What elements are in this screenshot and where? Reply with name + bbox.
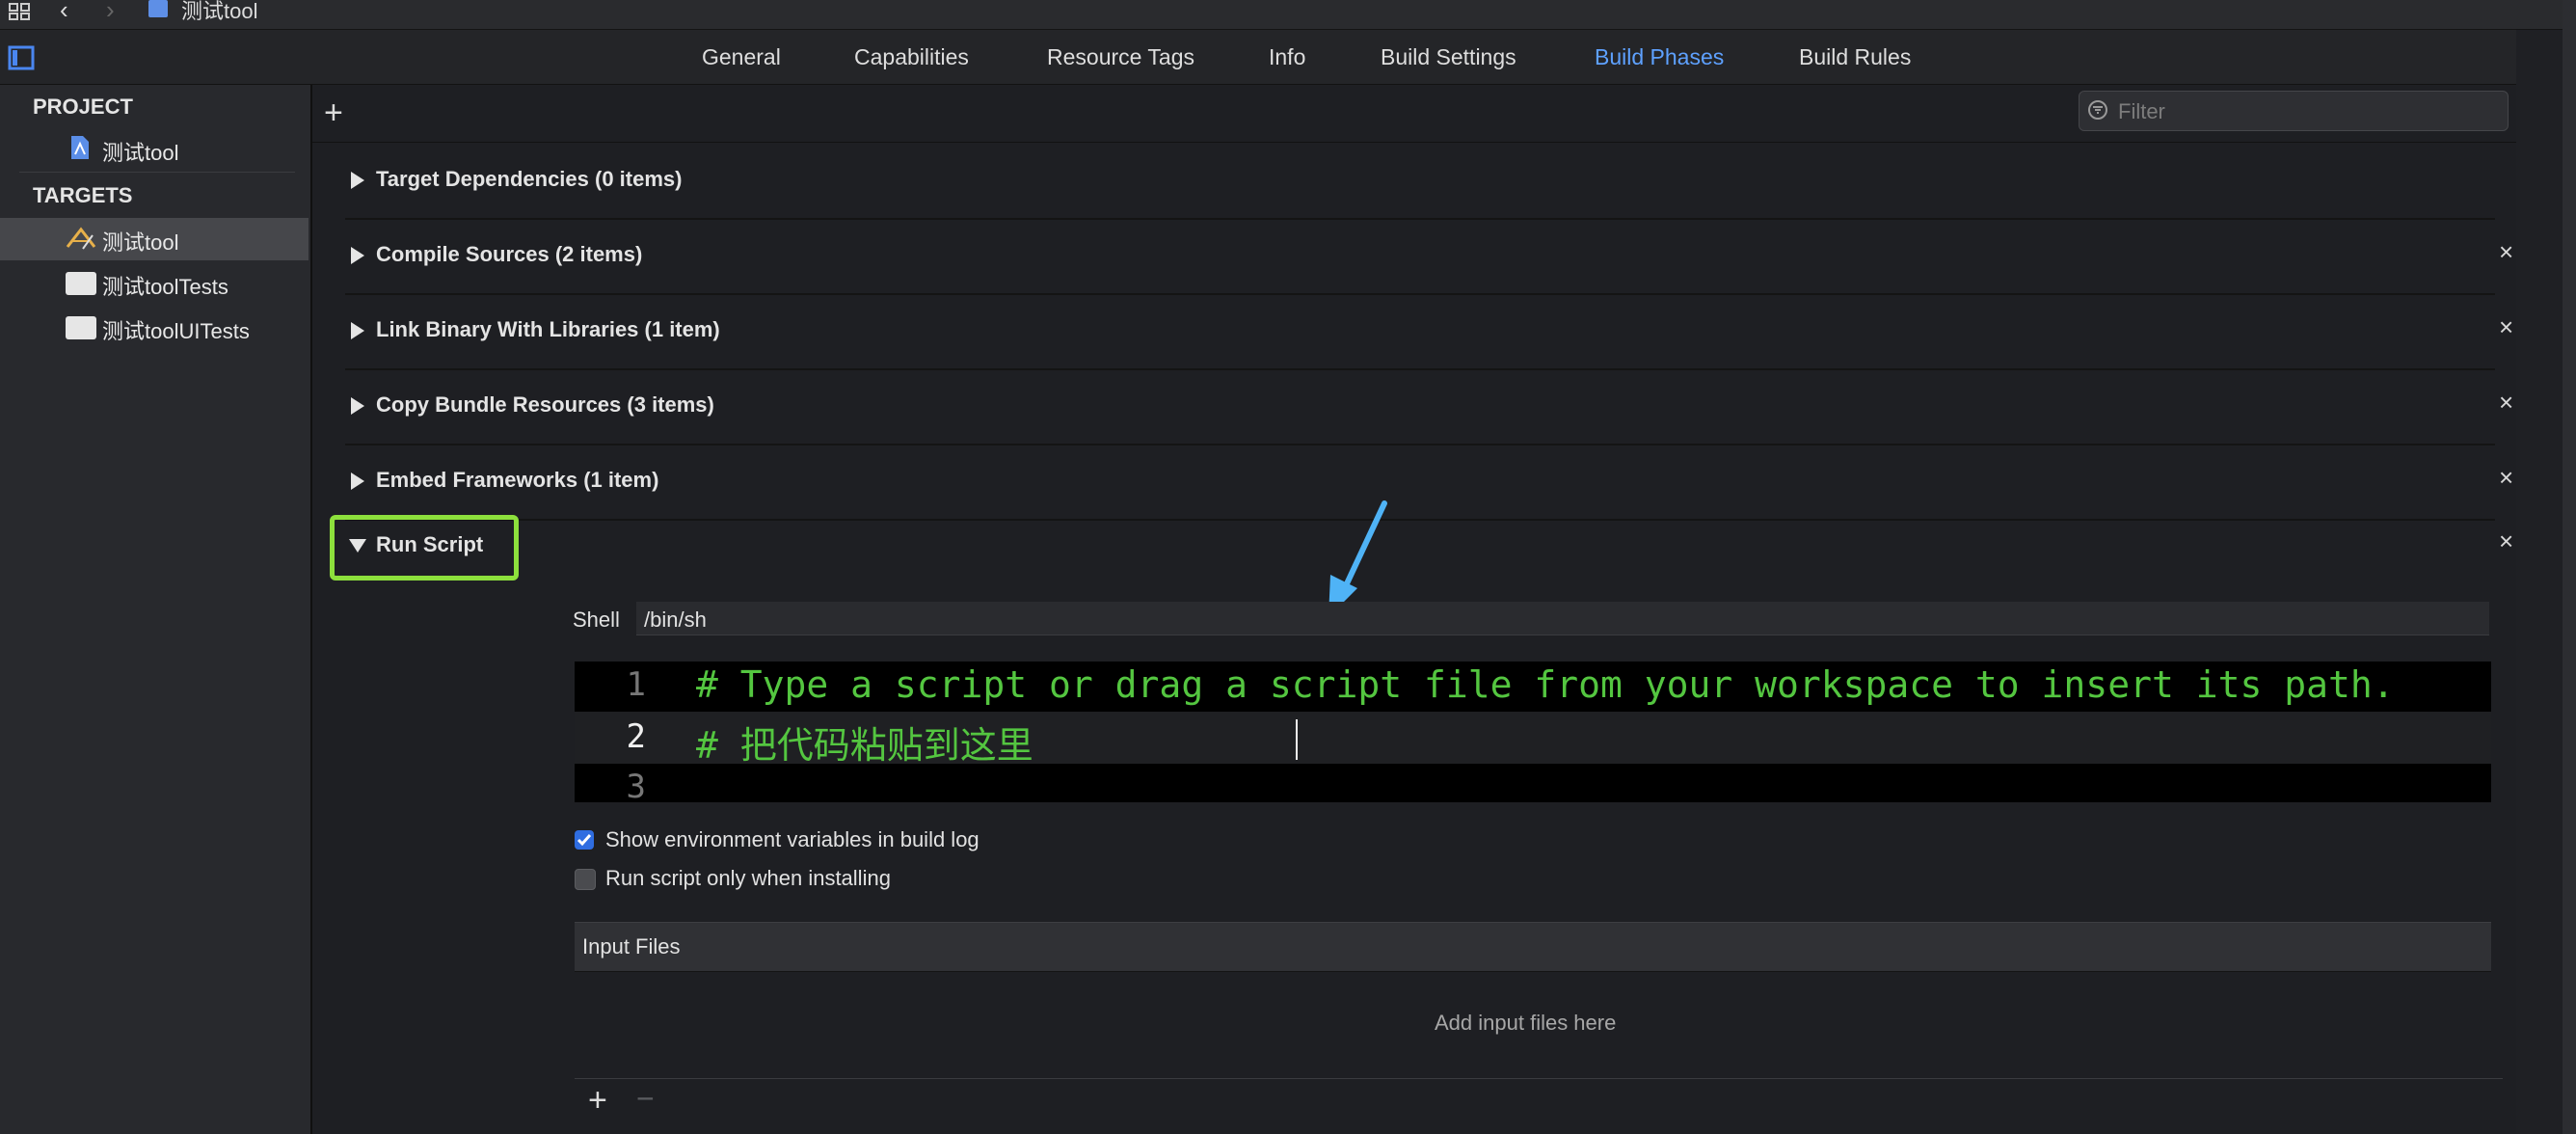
file-icon xyxy=(148,0,168,17)
filter-field[interactable]: Filter xyxy=(2079,91,2509,131)
phase-row-copy-bundle-resources[interactable]: Copy Bundle Resources (3 items) × xyxy=(345,370,2513,446)
phase-label: Run Script xyxy=(376,532,484,556)
project-file-icon xyxy=(69,135,91,160)
disclosure-triangle-down-icon[interactable] xyxy=(349,539,366,553)
shell-input[interactable]: /bin/sh xyxy=(636,602,2489,635)
checkbox-unchecked-icon[interactable] xyxy=(575,869,596,890)
sidebar-item-project[interactable]: 测试tool xyxy=(102,136,178,167)
back-arrow-icon[interactable]: ‹ xyxy=(60,0,68,22)
text-cursor xyxy=(1296,719,1298,760)
delete-phase-close-icon[interactable]: × xyxy=(2499,237,2513,267)
delete-phase-close-icon[interactable]: × xyxy=(2499,312,2513,342)
tab-build-settings[interactable]: Build Settings xyxy=(1381,30,1516,84)
input-files-divider xyxy=(575,1078,2503,1079)
related-items-icon[interactable] xyxy=(8,2,33,21)
sidebar-item-label: 测试tool xyxy=(102,230,179,255)
disclosure-triangle-right-icon[interactable] xyxy=(351,472,364,490)
project-navigator-sidebar: PROJECT 测试tool TARGETS 测试tool 测试toolTest… xyxy=(0,85,312,1134)
phase-row-compile-sources[interactable]: Compile Sources (2 items) × xyxy=(345,220,2513,295)
add-phase-icon[interactable]: + xyxy=(324,96,343,129)
code-text: # 把代码粘贴到这里 xyxy=(696,724,1033,767)
tab-build-rules[interactable]: Build Rules xyxy=(1799,30,1911,84)
checkbox-checked-icon[interactable] xyxy=(575,830,594,850)
sidebar-toggle-icon[interactable] xyxy=(8,45,35,70)
tab-capabilities[interactable]: Capabilities xyxy=(854,30,969,84)
sidebar-item-label: 测试toolTests xyxy=(102,275,228,299)
breadcrumb-title[interactable]: 测试tool xyxy=(181,0,257,25)
tab-resource-tags[interactable]: Resource Tags xyxy=(1047,30,1194,84)
sidebar-item-target-app[interactable]: 测试tool xyxy=(0,218,309,260)
add-input-file-icon[interactable]: + xyxy=(588,1084,607,1117)
sidebar-divider xyxy=(19,172,295,173)
disclosure-triangle-right-icon[interactable] xyxy=(351,247,364,264)
delete-phase-close-icon[interactable]: × xyxy=(2499,388,2513,418)
remove-input-file-icon[interactable]: − xyxy=(636,1082,655,1115)
phase-label: Embed Frameworks (1 item) xyxy=(376,468,659,492)
disclosure-triangle-right-icon[interactable] xyxy=(351,397,364,415)
shell-value: /bin/sh xyxy=(644,608,707,632)
sidebar-item-label: 测试toolUITests xyxy=(102,319,250,343)
filter-icon xyxy=(2087,99,2108,121)
project-header: PROJECT xyxy=(33,94,133,119)
test-bundle-icon xyxy=(66,272,96,295)
code-line-2: 2 # 把代码粘贴到这里 xyxy=(575,712,2491,767)
checkbox-label: Show environment variables in build log xyxy=(605,827,979,851)
phase-label: Link Binary With Libraries (1 item) xyxy=(376,317,720,341)
disclosure-triangle-right-icon[interactable] xyxy=(351,172,364,189)
tab-general[interactable]: General xyxy=(702,30,781,84)
disclosure-triangle-right-icon[interactable] xyxy=(351,322,364,339)
phase-row-embed-frameworks[interactable]: Embed Frameworks (1 item) × xyxy=(345,446,2513,521)
show-env-vars-checkbox[interactable]: Show environment variables in build log xyxy=(575,825,1249,854)
input-files-placeholder: Add input files here xyxy=(1435,1011,1617,1035)
input-files-header: Input Files xyxy=(575,922,2491,972)
run-only-when-installing-checkbox[interactable]: Run script only when installing xyxy=(575,864,1249,893)
test-bundle-icon xyxy=(66,316,96,339)
editor-tab-bar: General Capabilities Resource Tags Info … xyxy=(0,30,2516,85)
line-number: 1 xyxy=(626,665,646,704)
delete-phase-close-icon[interactable]: × xyxy=(2499,526,2513,556)
phase-row-link-binary[interactable]: Link Binary With Libraries (1 item) × xyxy=(345,295,2513,370)
script-editor[interactable]: 1 # Type a script or drag a script file … xyxy=(575,662,2491,806)
input-files-title: Input Files xyxy=(582,934,681,958)
forward-arrow-icon[interactable]: › xyxy=(106,0,115,22)
phase-label: Copy Bundle Resources (3 items) xyxy=(376,392,714,417)
code-line-1: 1 # Type a script or drag a script file … xyxy=(575,662,2491,712)
delete-phase-close-icon[interactable]: × xyxy=(2499,463,2513,493)
code-line-3: 3 xyxy=(575,764,2491,806)
filter-placeholder: Filter xyxy=(2118,99,2165,123)
phase-row-target-dependencies[interactable]: Target Dependencies (0 items) xyxy=(345,143,2495,220)
phase-label: Target Dependencies (0 items) xyxy=(376,167,683,191)
phase-label: Compile Sources (2 items) xyxy=(376,242,643,266)
checkbox-label: Run script only when installing xyxy=(605,866,891,890)
phase-row-run-script[interactable]: Run Script × xyxy=(330,515,2513,598)
code-text: # Type a script or drag a script file fr… xyxy=(696,663,2395,706)
line-number: 3 xyxy=(626,768,646,806)
right-edge-strip xyxy=(2563,0,2576,1134)
app-target-icon xyxy=(66,226,96,251)
sidebar-item-target-tests[interactable]: 测试toolTests xyxy=(0,262,309,305)
build-phases-editor: + Filter Target Dependencies (0 items) C… xyxy=(312,85,2516,1134)
jump-bar: ‹ › 测试tool xyxy=(0,0,2576,30)
line-number: 2 xyxy=(626,717,646,756)
tab-info[interactable]: Info xyxy=(1269,30,1305,84)
tab-build-phases[interactable]: Build Phases xyxy=(1595,30,1724,84)
sidebar-item-target-uitests[interactable]: 测试toolUITests xyxy=(0,307,309,349)
shell-label: Shell xyxy=(573,608,620,632)
targets-header: TARGETS xyxy=(33,183,133,207)
